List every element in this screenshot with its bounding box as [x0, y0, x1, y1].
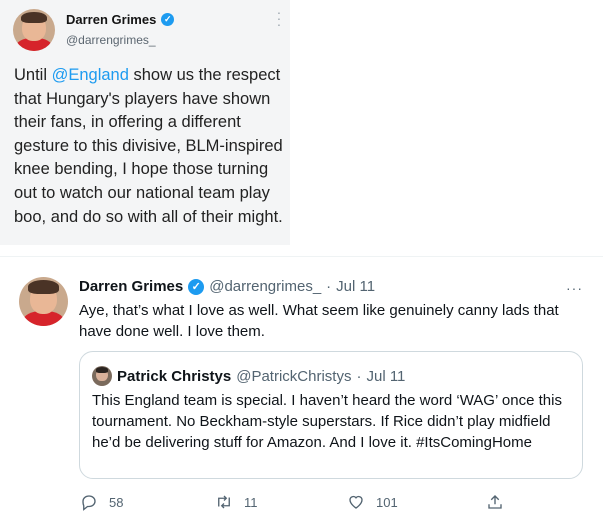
like-icon — [349, 495, 363, 509]
verified-badge-icon: ✓ — [161, 13, 175, 26]
reply-count: 58 — [109, 494, 124, 510]
retweet-button[interactable]: 11 — [215, 493, 258, 511]
quote-header: Patrick Christys @PatrickChristys · Jul … — [92, 366, 405, 386]
quote-author-handle: @PatrickChristys — [236, 367, 352, 385]
author-name[interactable]: Darren Grimes — [79, 278, 183, 295]
share-icon — [488, 495, 502, 509]
author-name[interactable]: Darren Grimes — [66, 12, 156, 27]
avatar — [92, 366, 112, 386]
author-handle[interactable]: @darrengrimes_ — [209, 278, 321, 295]
quote-author-name: Patrick Christys — [117, 367, 232, 385]
retweet-count: 11 — [244, 494, 258, 510]
avatar[interactable] — [19, 277, 68, 326]
like-button[interactable]: 101 — [347, 493, 398, 511]
quote-date: Jul 11 — [366, 367, 406, 385]
reply-button[interactable]: 58 — [80, 493, 123, 511]
separator: · — [356, 367, 362, 385]
share-button[interactable] — [486, 493, 504, 511]
mention-link[interactable]: @England — [52, 66, 129, 84]
separator: · — [326, 278, 332, 295]
embedded-tweet-card: Darren Grimes ✓ @darrengrimes_ · · · Until… — [0, 0, 290, 245]
divider — [0, 256, 603, 257]
more-options-icon[interactable]: ··· — [276, 5, 282, 31]
quote-text: This England team is special. I haven’t … — [92, 392, 562, 451]
author-handle[interactable]: @darrengrimes_ — [66, 33, 156, 47]
author-name-row: Darren Grimes ✓ — [66, 12, 175, 27]
quoted-tweet[interactable]: Patrick Christys @PatrickChristys · Jul … — [79, 351, 583, 479]
reply-icon — [82, 495, 96, 511]
more-options-icon[interactable]: ··· — [566, 280, 583, 296]
tweet-header: Darren Grimes ✓ @darrengrimes_ · Jul 11 — [79, 278, 375, 295]
tweet-date[interactable]: Jul 11 — [336, 278, 375, 295]
tweet-text: Aye, that’s what I love as well. What se… — [79, 302, 559, 340]
like-count: 101 — [376, 494, 398, 510]
verified-badge-icon: ✓ — [188, 278, 205, 295]
text-before: Until — [14, 66, 52, 84]
avatar[interactable] — [13, 9, 55, 51]
tweet-text: Until @England show us the respect that … — [14, 64, 286, 229]
text-after: show us the respect that Hungary's playe… — [14, 66, 283, 226]
retweet-icon — [218, 495, 230, 509]
